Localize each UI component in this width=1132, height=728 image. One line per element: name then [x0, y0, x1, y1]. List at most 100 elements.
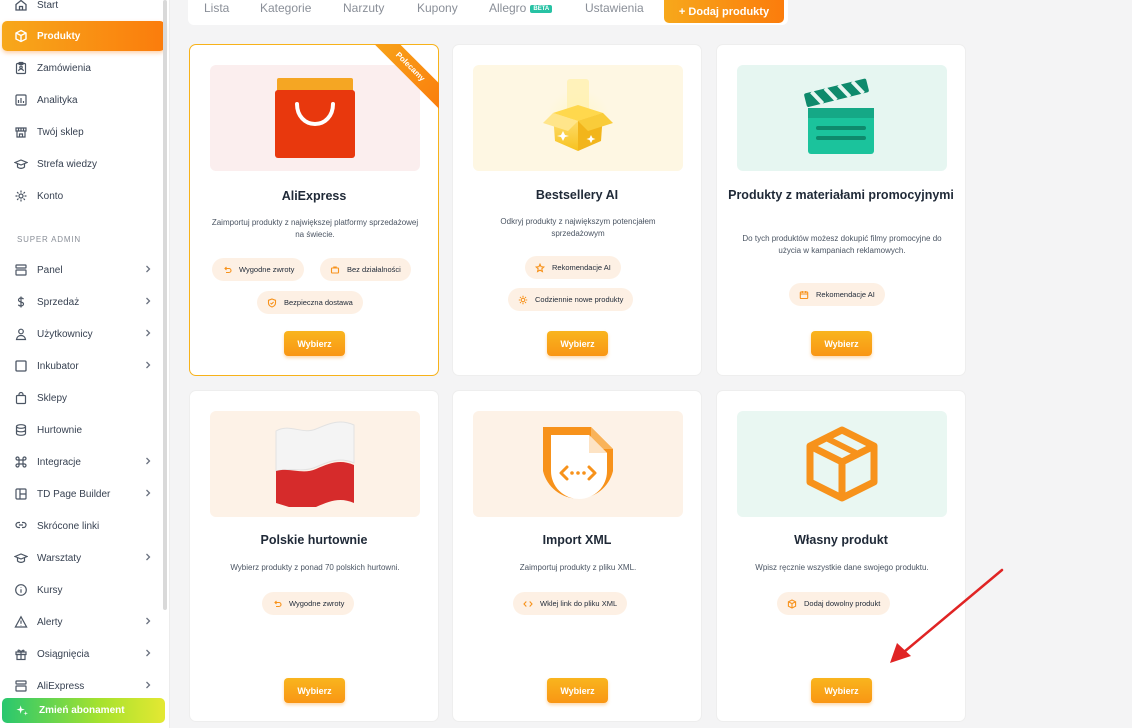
tab-narzuty[interactable]: Narzuty: [343, 1, 384, 15]
sidebar-item-label: Produkty: [37, 30, 81, 42]
chart-icon: [14, 93, 28, 107]
feature-chip: Dodaj dowolny produkt: [777, 592, 891, 615]
sidebar-item-label: Kursy: [37, 584, 63, 596]
source-card-polish-wholesalers[interactable]: Polskie hurtownie Wybierz produkty z pon…: [189, 390, 439, 722]
tab-ustawienia[interactable]: Ustawienia: [585, 1, 644, 15]
sidebar-scrollbar[interactable]: [163, 0, 167, 610]
source-card-import-xml[interactable]: Import XML Zaimportuj produkty z pliku X…: [452, 390, 702, 722]
cube-icon: [14, 29, 28, 43]
return-icon: [272, 599, 282, 609]
chevron-right-icon: [146, 361, 151, 369]
sidebar-item-label: Strefa wiedzy: [37, 158, 98, 170]
sidebar-item-kursy[interactable]: Kursy: [2, 575, 165, 605]
source-card-bestsellery-ai[interactable]: Bestsellery AI Odkryj produkty z najwięk…: [452, 44, 702, 376]
return-icon: [222, 265, 232, 275]
sidebar-item-td-page-builder[interactable]: TD Page Builder: [2, 479, 165, 509]
sidebar-item-analityka[interactable]: Analityka: [2, 85, 165, 115]
chip-label: Rekomendacje AI: [816, 290, 875, 299]
store-icon: [14, 125, 28, 139]
command-icon: [14, 455, 28, 469]
gear-icon: [14, 189, 28, 203]
polish-flag-thumbnail: [210, 411, 420, 517]
tab-kategorie[interactable]: Kategorie: [260, 1, 311, 15]
chevron-right-icon: [146, 681, 151, 689]
gift-icon: [14, 647, 28, 661]
sidebar-item-aliexpress[interactable]: AliExpress: [2, 671, 165, 701]
sparkle-icon: [16, 705, 29, 716]
sidebar-item-label: Warsztaty: [37, 552, 82, 564]
sidebar-item-osiagniecia[interactable]: Osiągnięcia: [2, 639, 165, 669]
sidebar-item-produkty[interactable]: Produkty: [2, 21, 165, 51]
sidebar-item-inkubator[interactable]: Inkubator: [2, 351, 165, 381]
sidebar-item-strefa-wiedzy[interactable]: Strefa wiedzy: [2, 149, 165, 179]
tab-allegro-label: Allegro: [489, 1, 527, 15]
chip-label: Bezpieczna dostawa: [284, 298, 353, 307]
panel-icon: [14, 679, 28, 693]
chip-label: Bez działalności: [347, 265, 401, 274]
sidebar-item-panel[interactable]: Panel: [2, 255, 165, 285]
dollar-icon: [14, 295, 28, 309]
sidebar-item-konto[interactable]: Konto: [2, 181, 165, 211]
card-description: Zaimportuj produkty z największej platfo…: [211, 218, 419, 239]
chevron-right-icon: [146, 617, 151, 625]
sidebar-item-start[interactable]: Start: [2, 0, 165, 20]
choose-button[interactable]: Wybierz: [547, 678, 608, 703]
chevron-right-icon: [146, 553, 151, 561]
choose-button[interactable]: Wybierz: [547, 331, 608, 356]
sidebar-item-label: Start: [37, 0, 59, 11]
feature-chip: Rekomendacje AI: [525, 256, 621, 279]
chevron-right-icon: [146, 457, 151, 465]
sidebar-item-label: Osiągnięcia: [37, 648, 90, 660]
sidebar-item-skrocone-linki[interactable]: Skrócone linki: [2, 511, 165, 541]
feature-chip: Bez działalności: [320, 258, 411, 281]
chevron-right-icon: [146, 489, 151, 497]
bag-icon: [14, 391, 28, 405]
choose-button[interactable]: Wybierz: [284, 331, 345, 356]
tab-allegro[interactable]: Allegro BETA: [489, 1, 553, 15]
sidebar-item-label: AliExpress: [37, 680, 85, 692]
bestsellery-thumbnail: [473, 65, 683, 171]
card-title: Produkty z materiałami promocyjnymi: [728, 188, 954, 202]
sidebar-item-sklepy[interactable]: Sklepy: [2, 383, 165, 413]
sidebar-section-label: SUPER ADMIN: [17, 235, 81, 244]
graduation-cap-icon: [14, 157, 28, 171]
choose-button[interactable]: Wybierz: [284, 678, 345, 703]
sidebar-item-label: Inkubator: [37, 360, 79, 372]
user-icon: [14, 327, 28, 341]
tab-lista[interactable]: Lista: [204, 1, 229, 15]
feature-chip: Wygodne zwroty: [262, 592, 355, 615]
sidebar-item-sprzedaz[interactable]: Sprzedaż: [2, 287, 165, 317]
beta-badge: BETA: [530, 5, 553, 13]
sidebar-item-hurtownie[interactable]: Hurtownie: [2, 415, 165, 445]
sidebar-item-twoj-sklep[interactable]: Twój sklep: [2, 117, 165, 147]
database-icon: [14, 423, 28, 437]
feature-chip: Wygodne zwroty: [212, 258, 305, 281]
sidebar-item-label: Skrócone linki: [37, 520, 100, 532]
sidebar-item-label: Analityka: [37, 94, 78, 106]
warning-icon: [14, 615, 28, 629]
upgrade-plan-button[interactable]: Zmień abonament: [2, 698, 165, 723]
sidebar-item-label: Hurtownie: [37, 424, 83, 436]
info-icon: [14, 583, 28, 597]
magic-box-icon: [543, 79, 613, 151]
recommended-ribbon: Polecamy: [369, 44, 439, 113]
add-products-button[interactable]: + Dodaj produkty: [664, 0, 784, 23]
chevron-right-icon: [146, 649, 151, 657]
choose-button[interactable]: Wybierz: [811, 331, 872, 356]
sidebar-item-label: TD Page Builder: [37, 488, 111, 500]
sidebar-item-integracje[interactable]: Integracje: [2, 447, 165, 477]
sidebar-item-zamowienia[interactable]: Zamówienia: [2, 53, 165, 83]
graduation-cap-icon: [14, 551, 28, 565]
calendar-icon: [799, 290, 809, 300]
sidebar-item-alerty[interactable]: Alerty: [2, 607, 165, 637]
card-description: Wpisz ręcznie wszystkie dane swojego pro…: [755, 563, 929, 572]
choose-button[interactable]: Wybierz: [811, 678, 872, 703]
chevron-right-icon: [146, 297, 151, 305]
source-card-promo-materials[interactable]: Produkty z materiałami promocyjnymi Do t…: [716, 44, 966, 376]
sidebar-item-warsztaty[interactable]: Warsztaty: [2, 543, 165, 573]
source-card-aliexpress[interactable]: Polecamy AliExpress Zaimportuj produkty …: [189, 44, 439, 376]
source-card-own-product[interactable]: Własny produkt Wpisz ręcznie wszystkie d…: [716, 390, 966, 722]
sidebar-item-uzytkownicy[interactable]: Użytkownicy: [2, 319, 165, 349]
tab-kupony[interactable]: Kupony: [417, 1, 458, 15]
card-description: Zaimportuj produkty z pliku XML.: [519, 563, 637, 572]
